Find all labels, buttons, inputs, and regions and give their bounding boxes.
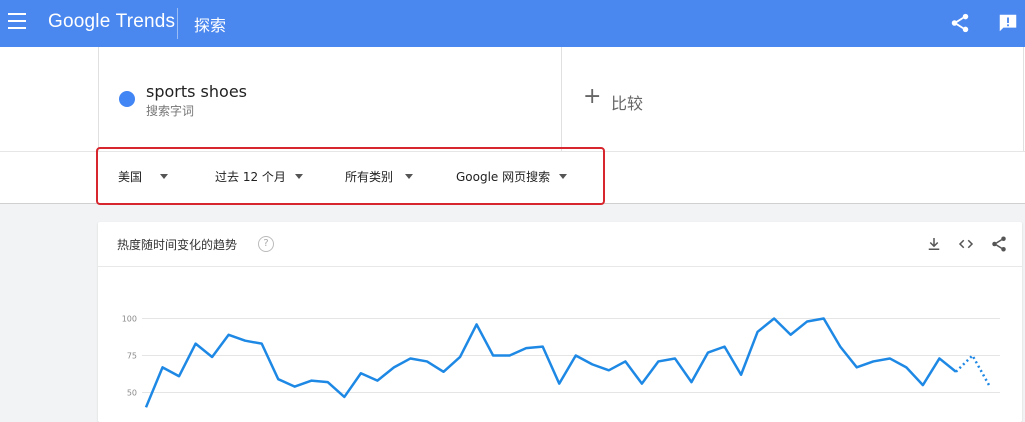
- data-point[interactable]: [589, 361, 595, 367]
- y-tick-label: 100: [122, 315, 137, 324]
- data-point[interactable]: [193, 341, 199, 347]
- data-point[interactable]: [771, 316, 777, 322]
- data-point[interactable]: [143, 404, 149, 410]
- interest-over-time-panel: 热度随时间变化的趋势 ? 100 75 50: [98, 222, 1022, 422]
- plus-icon: +: [583, 84, 602, 109]
- data-point[interactable]: [374, 378, 380, 384]
- data-point[interactable]: [986, 382, 992, 388]
- data-point[interactable]: [358, 370, 364, 376]
- data-point[interactable]: [540, 344, 546, 350]
- data-point[interactable]: [523, 345, 529, 351]
- google-trends-logo[interactable]: Google Trends: [48, 11, 175, 33]
- term-name[interactable]: sports shoes: [146, 82, 247, 101]
- data-point[interactable]: [953, 369, 959, 375]
- page-title: 探索: [194, 16, 227, 35]
- data-point[interactable]: [722, 344, 728, 350]
- embed-code-icon[interactable]: [957, 235, 975, 253]
- data-point[interactable]: [407, 355, 413, 361]
- panel-title: 热度随时间变化的趋势: [117, 238, 238, 252]
- data-point[interactable]: [490, 353, 496, 359]
- data-point[interactable]: [573, 353, 579, 359]
- data-point[interactable]: [887, 355, 893, 361]
- top-app-bar: Google Trends 探索: [0, 0, 1025, 47]
- data-point[interactable]: [176, 373, 182, 379]
- search-term-bar: sports shoes 搜索字词 + 比较: [0, 47, 1025, 151]
- data-point[interactable]: [804, 318, 810, 324]
- data-point[interactable]: [308, 378, 314, 384]
- data-point[interactable]: [424, 358, 430, 364]
- data-point[interactable]: [854, 364, 860, 370]
- compare-button[interactable]: + 比较: [561, 47, 1024, 151]
- data-point[interactable]: [556, 381, 562, 387]
- menu-icon[interactable]: [8, 13, 26, 29]
- data-point[interactable]: [788, 332, 794, 338]
- data-point[interactable]: [622, 358, 628, 364]
- data-point[interactable]: [969, 353, 975, 359]
- highlight-box: [96, 147, 605, 205]
- share-icon[interactable]: [990, 235, 1008, 253]
- download-icon[interactable]: [925, 235, 943, 253]
- data-point[interactable]: [837, 344, 843, 350]
- header-divider: [177, 8, 178, 39]
- compare-label: 比较: [611, 94, 644, 113]
- data-point[interactable]: [507, 353, 513, 359]
- data-point[interactable]: [325, 379, 331, 385]
- data-point[interactable]: [391, 364, 397, 370]
- data-point[interactable]: [655, 358, 661, 364]
- data-point[interactable]: [738, 372, 744, 378]
- data-point[interactable]: [903, 364, 909, 370]
- term-color-dot: [119, 91, 135, 107]
- data-point[interactable]: [936, 355, 942, 361]
- data-point[interactable]: [672, 355, 678, 361]
- panel-header: 热度随时间变化的趋势 ?: [98, 222, 1022, 267]
- term-type: 搜索字词: [146, 104, 195, 118]
- data-point[interactable]: [688, 379, 694, 385]
- data-point[interactable]: [226, 332, 232, 338]
- data-point[interactable]: [259, 341, 265, 347]
- data-point[interactable]: [160, 364, 166, 370]
- y-tick-label: 50: [127, 389, 137, 398]
- trend-line: [144, 317, 957, 408]
- data-point[interactable]: [474, 321, 480, 327]
- feedback-icon[interactable]: [997, 12, 1019, 34]
- search-term-card[interactable]: sports shoes 搜索字词: [98, 47, 562, 151]
- data-point[interactable]: [275, 376, 281, 382]
- data-point[interactable]: [341, 394, 347, 400]
- data-point[interactable]: [705, 350, 711, 356]
- data-point[interactable]: [870, 358, 876, 364]
- y-tick-label: 75: [127, 352, 137, 361]
- trend-line-chart: 100 75 50: [122, 315, 1000, 410]
- data-point[interactable]: [209, 354, 215, 360]
- data-point[interactable]: [821, 316, 827, 322]
- data-point[interactable]: [639, 381, 645, 387]
- trend-line-partial: [955, 353, 991, 386]
- data-point[interactable]: [920, 382, 926, 388]
- data-point[interactable]: [441, 369, 447, 375]
- data-point[interactable]: [457, 354, 463, 360]
- data-point[interactable]: [292, 384, 298, 390]
- help-icon[interactable]: ?: [258, 236, 274, 252]
- data-point[interactable]: [606, 367, 612, 373]
- data-point[interactable]: [242, 338, 248, 344]
- share-icon[interactable]: [949, 12, 971, 34]
- data-point[interactable]: [755, 329, 761, 335]
